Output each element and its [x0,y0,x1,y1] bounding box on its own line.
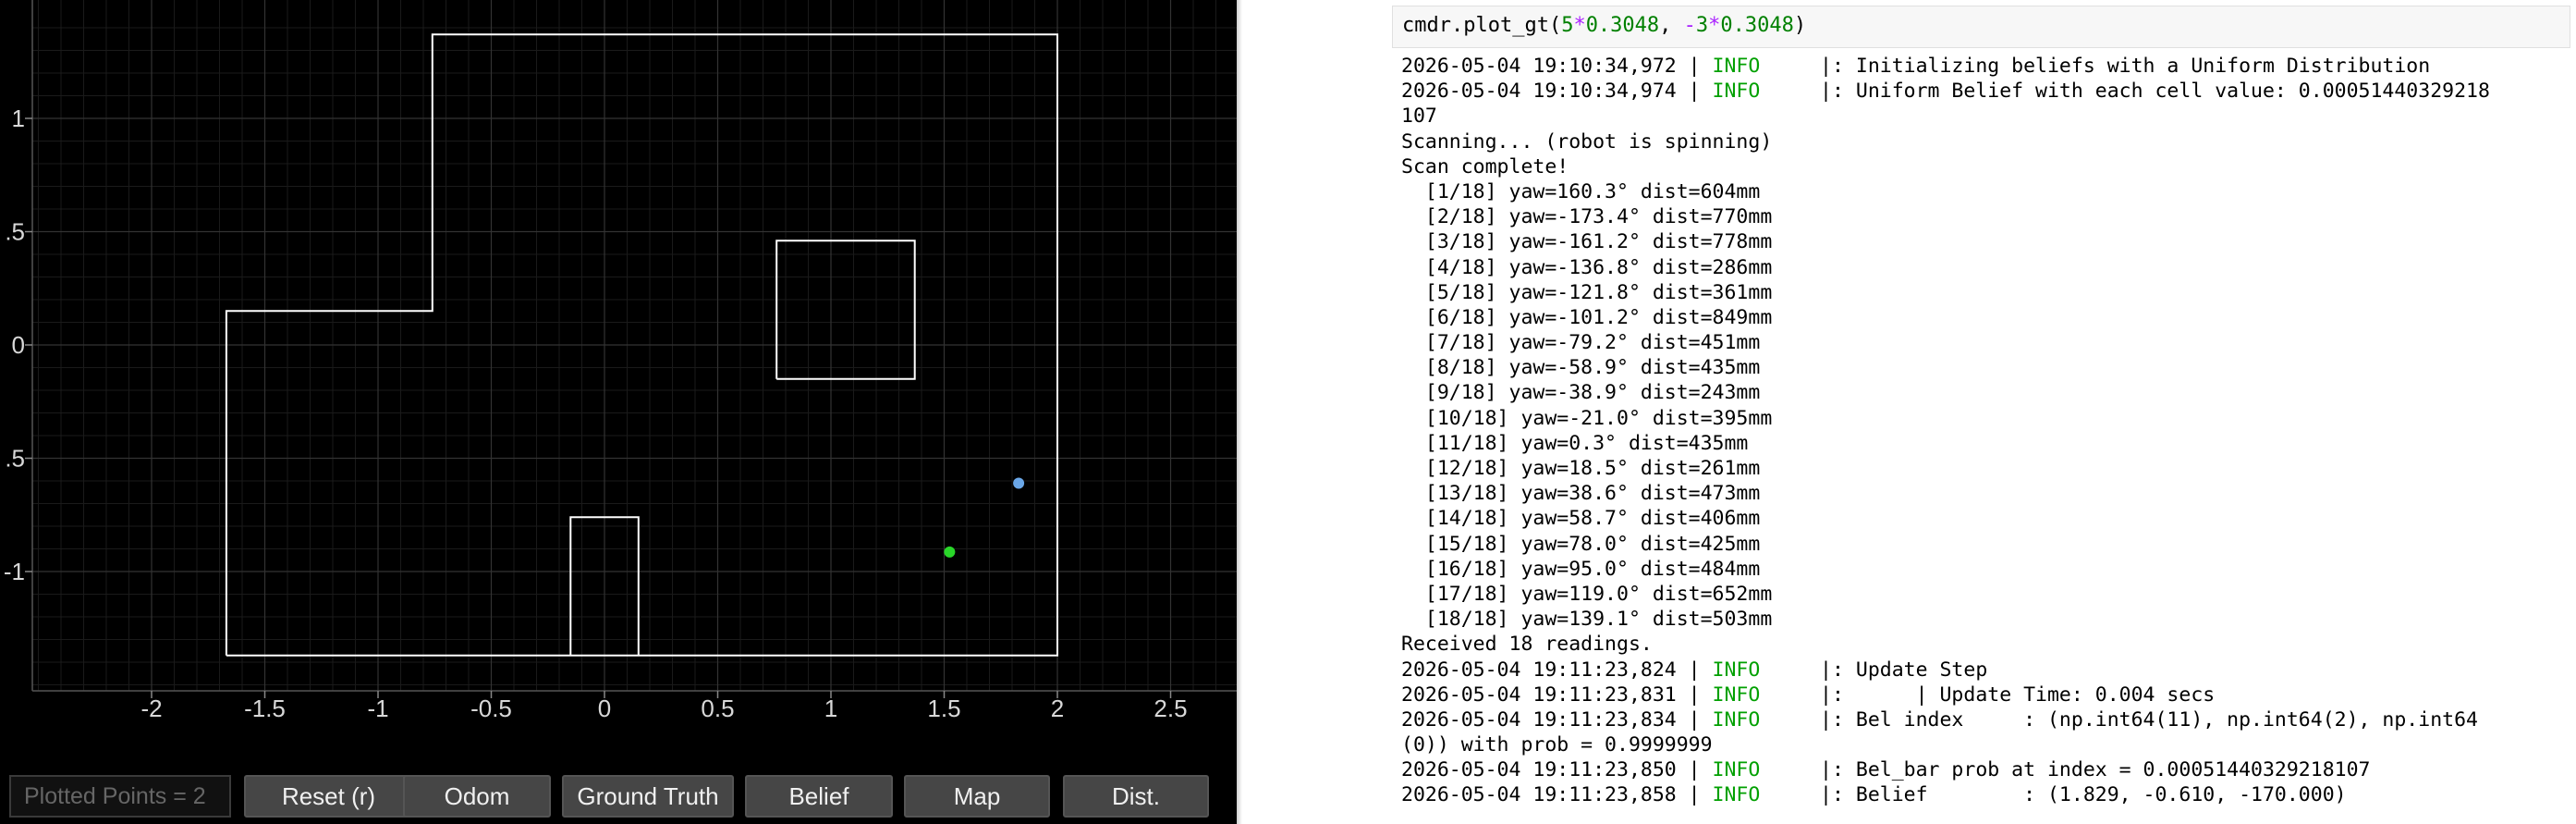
output-line: [3/18] yaw=-161.2° dist=778mm [1401,230,1773,254]
log-level: INFO [1712,707,1761,732]
y-tick-label: 0 [12,331,25,359]
y-tick-label: -1 [4,558,25,585]
x-tick-label: 0 [598,695,611,722]
output-line: 2026-05-04 19:11:23,834 | INFO |: Bel in… [1401,707,2570,732]
code-separator: , [1659,14,1684,37]
output-line: 107 [1401,105,1437,129]
output-line: (0)) with prob = 0.9999999 [1401,733,1713,757]
code-number: 5 [1561,14,1574,37]
code-operator: * [1573,14,1586,37]
log-timestamp: 2026-05-04 19:11:23,824 | [1401,658,1713,682]
notebook-pane: cmdr.plot_gt(5*0.3048, -3*0.3048) 2026-0… [1242,0,2576,824]
output-line: 2026-05-04 19:11:23,858 | INFO |: Belief… [1401,782,2570,807]
output-line: 2026-05-04 19:11:23,824 | INFO |: Update… [1401,658,2570,683]
code-call-end: ) [1793,14,1807,37]
log-timestamp: 2026-05-04 19:11:23,834 | [1401,707,1713,732]
x-tick-label: -2 [140,695,162,722]
output-line: Scan complete! [1401,154,1569,178]
output-line: [18/18] yaw=139.1° dist=503mm [1401,608,1773,632]
y-tick-label: .5 [5,445,25,473]
plot-panel: -2 -1.5 -1 -0.5 0 0.5 1 1.5 2 2.5 1.5 0.5 -1 Plotted… [0,0,1237,824]
output-line: 2026-05-04 19:11:23,831 | INFO |: | Upda… [1401,683,2570,707]
log-message: |: Update Step [1760,658,1988,682]
log-message: |: | Update Time: 0.004 secs [1760,683,2216,707]
ground-truth-point [944,546,956,558]
output-line: [12/18] yaw=18.5° dist=261mm [1401,457,1761,480]
belief-point [1013,477,1025,489]
output-line: 2026-05-04 19:10:34,972 | INFO |: Initia… [1401,54,2570,79]
plotted-points-counter: Plotted Points = 2 [9,775,231,818]
code-call: cmdr.plot_gt( [1402,14,1562,37]
x-tick-label: 2 [1051,695,1064,722]
log-message: |: Bel index : (np.int64(11), np.int64(2… [1760,707,2478,732]
log-message: |: Bel_bar prob at index = 0.00051440329… [1760,758,2371,782]
log-timestamp: 2026-05-04 19:10:34,974 | [1401,80,1713,104]
log-level: INFO [1712,783,1761,807]
code-number: 0.3048 [1585,14,1660,37]
log-message: |: Uniform Belief with each cell value: … [1760,80,2490,104]
output-line: Received 18 readings. [1401,633,1653,657]
code-operator: - [1683,14,1696,37]
output-line: [6/18] yaw=-101.2° dist=849mm [1401,305,1773,329]
x-tick-label: -1 [367,695,388,722]
output-line: [11/18] yaw=0.3° dist=435mm [1401,431,1749,455]
x-tick-label: 1.5 [927,695,960,722]
dist-button[interactable]: Dist. [1063,775,1209,818]
output-line: [17/18] yaw=119.0° dist=652mm [1401,582,1773,606]
output-line: [7/18] yaw=-79.2° dist=451mm [1401,331,1761,355]
log-level: INFO [1712,658,1761,682]
output-line: [4/18] yaw=-136.8° dist=286mm [1401,255,1773,279]
output-line: 2026-05-04 19:10:34,974 | INFO |: Unifor… [1401,79,2570,104]
code-operator: * [1708,14,1721,37]
output-line: [15/18] yaw=78.0° dist=425mm [1401,532,1761,556]
log-level: INFO [1712,758,1761,782]
output-line: [10/18] yaw=-21.0° dist=395mm [1401,406,1773,430]
output-line: [2/18] yaw=-173.4° dist=770mm [1401,205,1773,229]
log-timestamp: 2026-05-04 19:11:23,831 | [1401,683,1713,707]
x-tick-label: -0.5 [470,695,512,722]
belief-button[interactable]: Belief [745,775,893,818]
output-line: 2026-05-04 19:11:23,850 | INFO |: Bel_ba… [1401,757,2570,782]
output-line: [9/18] yaw=-38.9° dist=243mm [1401,381,1761,405]
output-line: [8/18] yaw=-58.9° dist=435mm [1401,356,1761,380]
output-line: [5/18] yaw=-121.8° dist=361mm [1401,280,1773,304]
log-level: INFO [1712,55,1761,78]
output-line: [16/18] yaw=95.0° dist=484mm [1401,557,1761,581]
output-line: [13/18] yaw=38.6° dist=473mm [1401,482,1761,506]
map-plot[interactable]: -2 -1.5 -1 -0.5 0 0.5 1 1.5 2 2.51.50.5-1 [0,0,1237,768]
y-tick-label: 1 [12,105,25,132]
log-message: |: Initializing beliefs with a Uniform D… [1760,55,2431,78]
ground-truth-button[interactable]: Ground Truth [562,775,734,818]
log-message: |: Belief : (1.829, -0.610, -170.000) [1760,783,2347,807]
log-timestamp: 2026-05-04 19:11:23,858 | [1401,783,1713,807]
reset-button[interactable]: Reset (r) [244,775,413,818]
odom-button[interactable]: Odom [403,775,551,818]
code-number: 3 [1695,14,1709,37]
output-line: [1/18] yaw=160.3° dist=604mm [1401,179,1761,203]
x-tick-label: -1.5 [244,695,286,722]
y-tick-label: .5 [5,218,25,246]
plot-toolbar: Plotted Points = 2 Reset (r) Odom Ground… [0,768,1237,824]
x-tick-label: 1 [824,695,837,722]
x-tick-label: 0.5 [701,695,734,722]
cell-output: 2026-05-04 19:10:34,972 | INFO |: Initia… [1401,54,2570,808]
map-wall [775,240,916,380]
log-timestamp: 2026-05-04 19:11:23,850 | [1401,758,1713,782]
output-line: [14/18] yaw=58.7° dist=406mm [1401,507,1761,531]
x-tick-label: 2.5 [1154,695,1187,722]
log-timestamp: 2026-05-04 19:10:34,972 | [1401,55,1713,78]
code-cell-input[interactable]: cmdr.plot_gt(5*0.3048, -3*0.3048) [1392,6,2570,48]
code-number: 0.3048 [1720,14,1794,37]
log-level: INFO [1712,80,1761,104]
map-button[interactable]: Map [904,775,1050,818]
log-level: INFO [1712,683,1761,707]
output-line: Scanning... (robot is spinning) [1401,129,1773,154]
